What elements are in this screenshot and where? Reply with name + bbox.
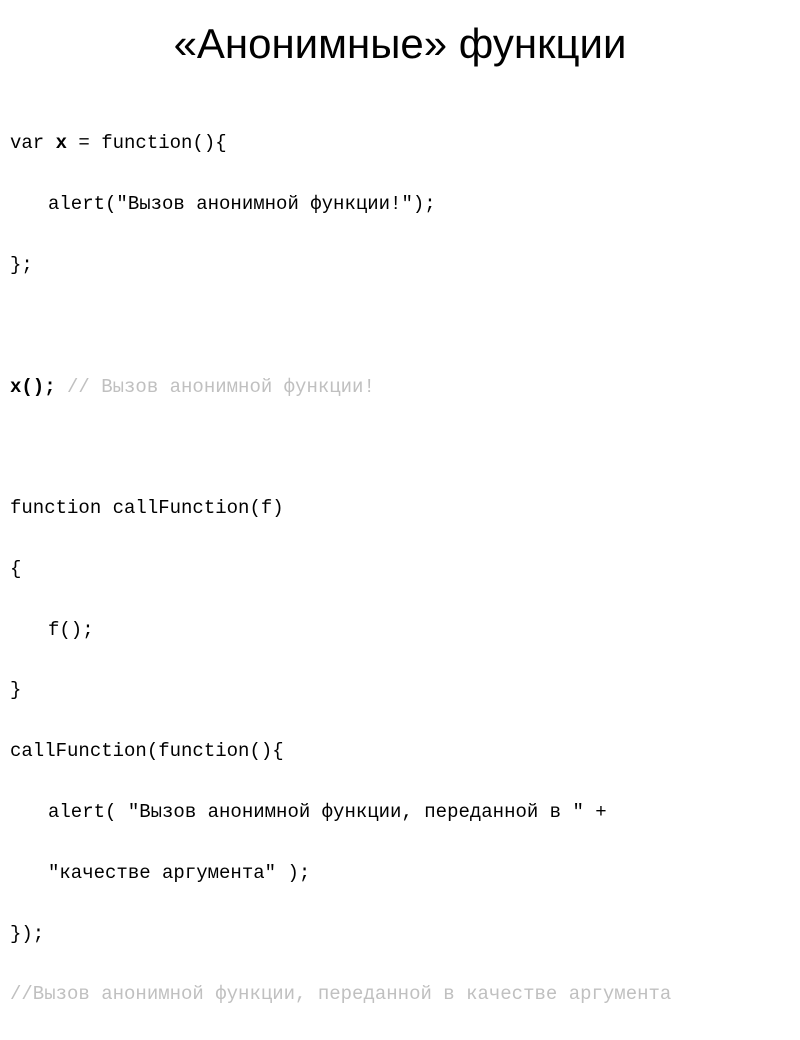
code-line: x(); // Вызов анонимной функции!: [10, 372, 790, 402]
code-line: };: [10, 250, 790, 280]
code-bold: x: [56, 132, 67, 154]
code-line: alert( "Вызов анонимной функции, передан…: [10, 797, 790, 827]
code-line: });: [10, 919, 790, 949]
code-block: var x = function(){ alert("Вызов анонимн…: [10, 98, 790, 1040]
code-line: {: [10, 554, 790, 584]
code-line: }: [10, 675, 790, 705]
code-line: f();: [10, 615, 790, 645]
code-line: function callFunction(f): [10, 493, 790, 523]
code-comment: //Вызов анонимной функции, переданной в …: [10, 979, 790, 1009]
code-comment: // Вызов анонимной функции!: [56, 376, 375, 398]
slide-title: «Анонимные» функции: [10, 20, 790, 68]
code-line: alert("Вызов анонимной функции!");: [10, 189, 790, 219]
code-bold: x();: [10, 376, 56, 398]
code-line: "качестве аргумента" );: [10, 858, 790, 888]
code-line-empty: [10, 311, 790, 341]
code-text: = function(){: [67, 132, 227, 154]
code-line-empty: [10, 432, 790, 462]
code-line: var x = function(){: [10, 128, 790, 158]
code-line: callFunction(function(){: [10, 736, 790, 766]
code-text: var: [10, 132, 56, 154]
